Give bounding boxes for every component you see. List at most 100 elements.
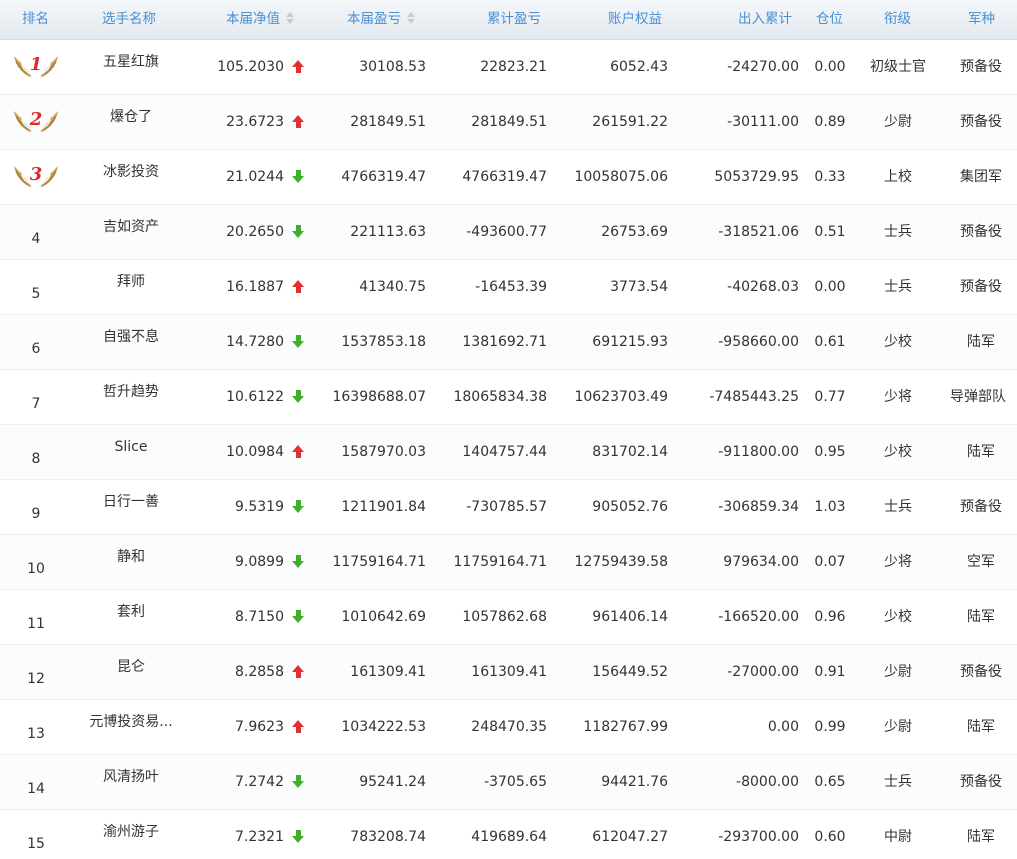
trend-cell	[291, 40, 305, 95]
header-nav[interactable]: 本届净值	[226, 0, 294, 40]
arrow-down-icon	[292, 335, 304, 349]
player-name[interactable]: 静和	[80, 535, 182, 590]
medal-icon: 1	[12, 52, 60, 82]
nav-value: 9.0899	[235, 554, 284, 570]
player-name[interactable]: 爆仓了	[80, 95, 182, 150]
player-name[interactable]: 五星红旗	[80, 40, 182, 95]
army-branch: 陆军	[967, 719, 995, 735]
player-name[interactable]: 渝州游子	[80, 810, 182, 859]
profit-value: 783208.74	[350, 829, 426, 845]
equity-value: 3773.54	[610, 279, 668, 295]
position-value: 0.61	[814, 334, 846, 350]
player-name[interactable]: 日行一善	[80, 480, 182, 535]
flow-value: -40268.03	[727, 279, 799, 295]
trend-cell	[291, 535, 305, 590]
position-value: 0.00	[814, 59, 846, 75]
cum-profit-value: 281849.51	[471, 114, 547, 130]
profit-value: 30108.53	[359, 59, 426, 75]
arrow-up-icon	[292, 665, 304, 679]
flow-value: -27000.00	[727, 664, 799, 680]
nav-value: 7.9623	[235, 719, 284, 735]
leaderboard-table: 排名 选手名称 本届净值 本届盈亏 累计盈亏 账户权益 出入累计 仓位 衔级 军…	[0, 0, 1017, 859]
arrow-down-icon	[292, 225, 304, 239]
table-row[interactable]: 9 日行一善 9.5319 1211901.84 -730785.57 9050…	[0, 480, 1017, 535]
header-position[interactable]: 仓位	[816, 0, 843, 40]
header-rank[interactable]: 排名	[22, 0, 49, 40]
table-row[interactable]: 13 元博投资易... 7.9623 1034222.53 248470.35 …	[0, 700, 1017, 755]
cum-profit-value: -16453.39	[475, 279, 547, 295]
cum-profit-value: -3705.65	[484, 774, 547, 790]
table-row[interactable]: 14 风清扬叶 7.2742 95241.24 -3705.65 94421.7…	[0, 755, 1017, 810]
position-value: 0.91	[814, 664, 846, 680]
header-cum-profit[interactable]: 累计盈亏	[487, 0, 541, 40]
rank-title: 少校	[884, 609, 912, 625]
nav-value: 14.7280	[226, 334, 284, 350]
player-name[interactable]: 元博投资易...	[80, 700, 182, 755]
rank-title: 上校	[884, 169, 912, 185]
profit-value: 1537853.18	[341, 334, 426, 350]
equity-value: 10623703.49	[574, 389, 668, 405]
position-value: 0.96	[814, 609, 846, 625]
table-row[interactable]: 10 静和 9.0899 11759164.71 11759164.71 127…	[0, 535, 1017, 590]
table-row[interactable]: 2 爆仓了 23.6723 281849.51 281849.51 261591…	[0, 95, 1017, 150]
player-name[interactable]: 套利	[80, 590, 182, 645]
table-row[interactable]: 8 Slice 10.0984 1587970.03 1404757.44 83…	[0, 425, 1017, 480]
table-row[interactable]: 15 渝州游子 7.2321 783208.74 419689.64 61204…	[0, 810, 1017, 859]
army-branch: 导弹部队	[950, 389, 1006, 405]
player-name[interactable]: 吉如资产	[80, 205, 182, 260]
header-army[interactable]: 军种	[968, 0, 995, 40]
player-name[interactable]: 哲升趋势	[80, 370, 182, 425]
header-flow[interactable]: 出入累计	[738, 0, 792, 40]
player-name[interactable]: 风清扬叶	[80, 755, 182, 810]
rank-title: 中尉	[884, 829, 912, 845]
equity-value: 94421.76	[601, 774, 668, 790]
equity-value: 156449.52	[592, 664, 668, 680]
table-row[interactable]: 6 自强不息 14.7280 1537853.18 1381692.71 691…	[0, 315, 1017, 370]
army-branch: 陆军	[967, 609, 995, 625]
header-equity[interactable]: 账户权益	[608, 0, 662, 40]
rank-title: 少尉	[884, 114, 912, 130]
header-name[interactable]: 选手名称	[102, 0, 156, 40]
table-row[interactable]: 5 拜师 16.1887 41340.75 -16453.39 3773.54 …	[0, 260, 1017, 315]
trend-cell	[291, 755, 305, 810]
flow-value: 979634.00	[723, 554, 799, 570]
rank-title: 少尉	[884, 664, 912, 680]
profit-value: 41340.75	[359, 279, 426, 295]
flow-value: -318521.06	[718, 224, 799, 240]
table-row[interactable]: 4 吉如资产 20.2650 221113.63 -493600.77 2675…	[0, 205, 1017, 260]
arrow-up-icon	[292, 720, 304, 734]
player-name[interactable]: 昆仑	[80, 645, 182, 700]
header-nav-label: 本届净值	[226, 11, 280, 27]
flow-value: -7485443.25	[709, 389, 799, 405]
profit-value: 1211901.84	[341, 499, 426, 515]
army-branch: 预备役	[960, 279, 1002, 295]
player-name[interactable]: 自强不息	[80, 315, 182, 370]
header-title[interactable]: 衔级	[884, 0, 911, 40]
header-profit[interactable]: 本届盈亏	[347, 0, 415, 40]
player-name[interactable]: Slice	[80, 425, 182, 480]
equity-value: 612047.27	[592, 829, 668, 845]
cum-profit-value: 419689.64	[471, 829, 547, 845]
table-row[interactable]: 11 套利 8.7150 1010642.69 1057862.68 96140…	[0, 590, 1017, 645]
trend-cell	[291, 260, 305, 315]
rank-cell: 9	[31, 506, 41, 522]
rank-cell: 4	[31, 231, 41, 247]
trend-cell	[291, 590, 305, 645]
arrow-down-icon	[292, 775, 304, 789]
rank-cell: 7	[31, 396, 41, 412]
table-row[interactable]: 7 哲升趋势 10.6122 16398688.07 18065834.38 1…	[0, 370, 1017, 425]
table-row[interactable]: 1 五星红旗 105.2030 30108.53 22823.21 6052.4…	[0, 40, 1017, 95]
player-name[interactable]: 拜师	[80, 260, 182, 315]
medal-rank-number: 2	[29, 109, 43, 130]
flow-value: 0.00	[767, 719, 799, 735]
army-branch: 集团军	[960, 169, 1002, 185]
rank-cell: 13	[27, 726, 45, 742]
table-row[interactable]: 12 昆仑 8.2858 161309.41 161309.41 156449.…	[0, 645, 1017, 700]
player-name[interactable]: 冰影投资	[80, 150, 182, 205]
trend-cell	[291, 315, 305, 370]
rank-title: 少将	[884, 554, 912, 570]
trend-cell	[291, 95, 305, 150]
table-row[interactable]: 3 冰影投资 21.0244 4766319.47 4766319.47 100…	[0, 150, 1017, 205]
flow-value: -8000.00	[736, 774, 799, 790]
nav-value: 10.6122	[226, 389, 284, 405]
